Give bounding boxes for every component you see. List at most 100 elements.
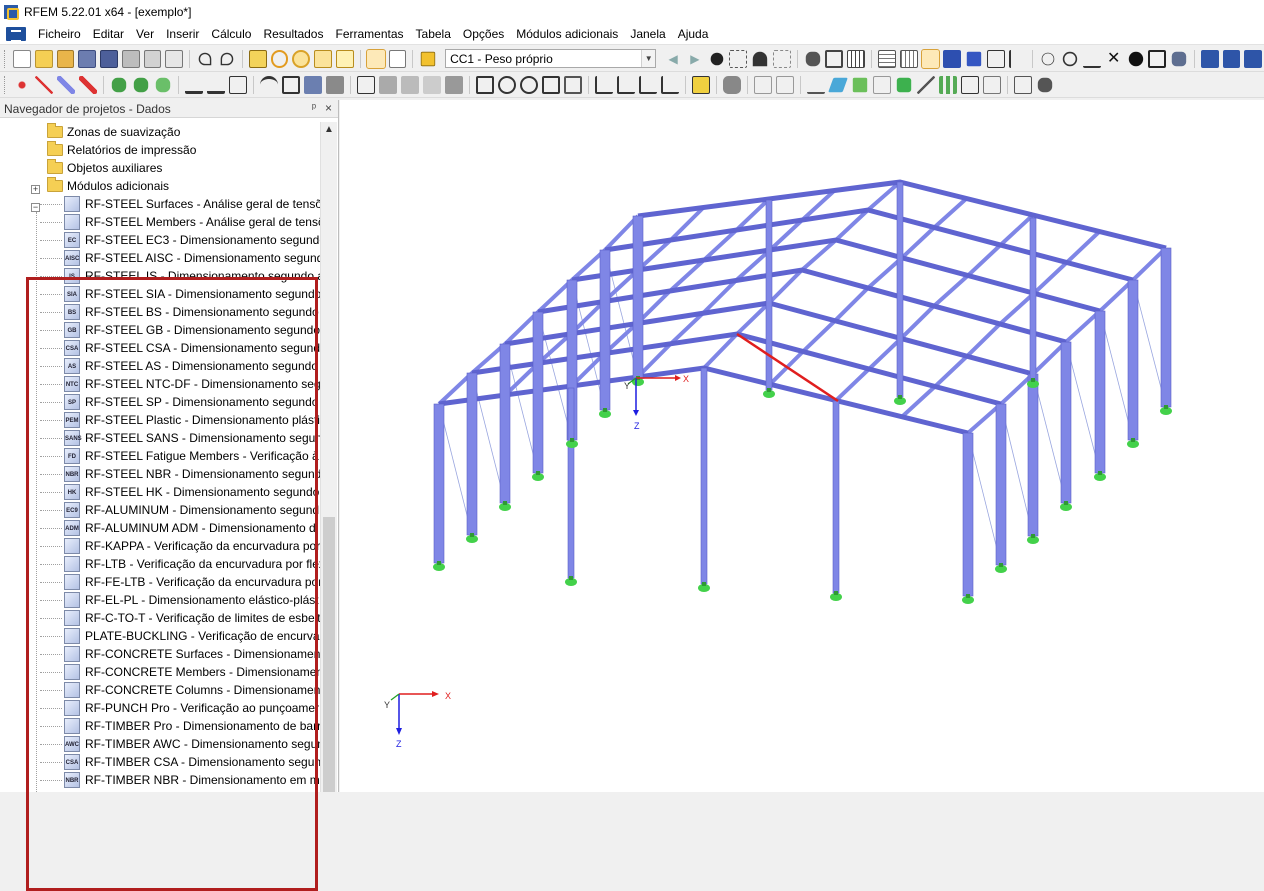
addon-module-item[interactable]: BS RF-STEEL BS - Dimensionamento segundo … <box>64 303 320 321</box>
coloring-icon[interactable] <box>723 75 741 94</box>
menu-editar[interactable]: Editar <box>89 27 132 41</box>
new-window-icon[interactable] <box>336 49 354 68</box>
close-icon[interactable]: × <box>325 101 332 115</box>
load-case-select[interactable]: CC1 - Peso próprio ▼ <box>445 49 657 68</box>
addon-module-item[interactable]: RF-FE-LTB - Verificação da encurvadura p… <box>64 573 320 591</box>
next-load-case-icon[interactable]: ▶ <box>686 50 704 68</box>
structure-3d-graphic[interactable]: X Y Z X Y Z <box>340 100 1264 792</box>
support-node[interactable] <box>1031 378 1035 382</box>
gable-post-member[interactable] <box>1029 217 1037 381</box>
gable-post-member[interactable] <box>567 387 575 579</box>
tree-folder[interactable]: Módulos adicionais <box>47 177 169 195</box>
results-on-off-icon[interactable] <box>710 52 723 65</box>
addon-module-item[interactable]: RF-CONCRETE Surfaces - Dimensionamento <box>64 645 320 663</box>
addon-module-item[interactable]: RF-TIMBER Pro - Dimensionamento de barra <box>64 717 320 735</box>
display-nodes-icon[interactable] <box>1042 52 1055 65</box>
pin-icon[interactable]: ᵖ <box>312 102 316 114</box>
redo-icon[interactable] <box>220 52 234 65</box>
addon-module-item[interactable]: RF-KAPPA - Verificação da encurvadura po… <box>64 537 320 555</box>
menu-tabela[interactable]: Tabela <box>412 27 459 41</box>
addon-module-item[interactable]: AISC RF-STEEL AISC - Dimensionamento segu… <box>64 249 320 267</box>
support-node[interactable] <box>898 395 902 399</box>
table-view-icon[interactable] <box>983 75 1001 94</box>
print-icon[interactable] <box>121 49 140 68</box>
tools-icon[interactable] <box>1037 77 1053 92</box>
display-lines-icon[interactable] <box>1062 51 1078 66</box>
zoom-all-icon[interactable] <box>292 49 311 68</box>
show-values-icon[interactable] <box>752 51 768 66</box>
pencil-icon[interactable] <box>248 49 267 68</box>
model-view-icon[interactable] <box>282 75 300 94</box>
support-node[interactable] <box>1131 438 1135 442</box>
support-node[interactable] <box>1064 501 1068 505</box>
column-member[interactable] <box>1160 247 1172 408</box>
dropdown-arrow-icon[interactable]: ▼ <box>641 50 656 67</box>
select-all-icon[interactable] <box>423 75 441 94</box>
delete-icon[interactable]: ✕ <box>1105 50 1123 68</box>
gable-post-member[interactable] <box>832 400 840 594</box>
zoom-in-icon[interactable] <box>498 75 516 94</box>
new-line-icon[interactable] <box>35 75 53 94</box>
results-values-icon[interactable] <box>729 49 748 68</box>
addon-module-item[interactable]: PEM RF-STEEL Plastic - Dimensionamento pl… <box>64 411 320 429</box>
zoom-icon[interactable] <box>270 49 289 68</box>
column-member[interactable] <box>962 432 974 597</box>
open-archive-icon[interactable] <box>56 49 75 68</box>
section-icon[interactable] <box>825 49 844 68</box>
menu-janela[interactable]: Janela <box>626 27 673 41</box>
tree-folder[interactable]: Zonas de suavização <box>47 123 180 141</box>
guide-line-icon[interactable] <box>1008 49 1027 68</box>
support-node[interactable] <box>1031 534 1035 538</box>
grid-icon[interactable] <box>878 49 896 68</box>
column-member[interactable] <box>532 311 544 474</box>
scroll-up-icon[interactable]: ▲ <box>324 124 334 135</box>
addon-module-item[interactable]: RF-STEEL Members - Análise geral de tens… <box>64 213 320 231</box>
rendering-icon[interactable] <box>1128 51 1143 66</box>
column-member[interactable] <box>632 215 644 379</box>
addon-module-item[interactable]: AWC RF-TIMBER AWC - Dimensionamento segun <box>64 735 320 753</box>
print-graphic-icon[interactable] <box>143 49 162 68</box>
move-icon[interactable] <box>476 75 494 94</box>
view-z-icon[interactable] <box>639 75 657 94</box>
collapse-modulos-adicionais[interactable]: − <box>31 203 40 212</box>
hide-icon[interactable] <box>1148 49 1167 68</box>
support-node[interactable] <box>999 563 1003 567</box>
layers-icon[interactable] <box>896 77 912 92</box>
addon-module-item[interactable]: GB RF-STEEL GB - Dimensionamento segundo … <box>64 321 320 339</box>
cut-icon[interactable] <box>917 75 935 94</box>
addon-module-item[interactable]: ADM RF-ALUMINUM ADM - Dimensionamento d <box>64 519 316 537</box>
menu-ficheiro[interactable]: Ficheiro <box>34 27 89 41</box>
result-display-icon[interactable] <box>692 75 710 94</box>
addon-module-item[interactable]: RF-LTB - Verificação da encurvadura por … <box>64 555 320 573</box>
column-member[interactable] <box>1027 373 1039 537</box>
previous-load-case-icon[interactable]: ◀ <box>664 50 682 68</box>
addon-module-item[interactable]: AS RF-STEEL AS - Dimensionamento segundo … <box>64 357 320 375</box>
menu-modulos-adicionais[interactable]: Módulos adicionais <box>512 27 626 41</box>
column-member[interactable] <box>1060 341 1072 504</box>
undo-icon[interactable] <box>198 52 212 65</box>
menu-ajuda[interactable]: Ajuda <box>674 27 717 41</box>
support-node[interactable] <box>437 561 441 565</box>
print-preview-icon[interactable] <box>165 49 184 68</box>
support-node[interactable] <box>503 501 507 505</box>
document-menu-icon[interactable] <box>6 26 26 42</box>
save-icon[interactable] <box>100 49 118 68</box>
addon-module-item[interactable]: EC9 RF-ALUMINUM - Dimensionamento segund <box>64 501 319 519</box>
generate-icon[interactable] <box>939 75 957 94</box>
column-member[interactable] <box>499 343 511 504</box>
new-member-icon[interactable] <box>57 75 75 94</box>
nodal-support-icon[interactable] <box>111 77 127 92</box>
frame-icon[interactable] <box>754 75 772 94</box>
gridline-icon[interactable] <box>966 51 982 66</box>
surface-shape-icon[interactable] <box>828 77 848 92</box>
menu-opcoes[interactable]: Opções <box>459 27 512 41</box>
opening-icon[interactable] <box>873 75 891 94</box>
support-node[interactable] <box>1164 405 1168 409</box>
support-node[interactable] <box>702 582 706 586</box>
tree-folder[interactable]: Relatórios de impressão <box>47 141 196 159</box>
navigator-scrollbar[interactable]: ▲ <box>320 122 337 792</box>
member-snap-icon[interactable] <box>943 49 962 68</box>
member-view-icon[interactable] <box>304 75 322 94</box>
member-load-icon[interactable] <box>207 76 225 94</box>
measure-icon[interactable] <box>807 76 825 94</box>
